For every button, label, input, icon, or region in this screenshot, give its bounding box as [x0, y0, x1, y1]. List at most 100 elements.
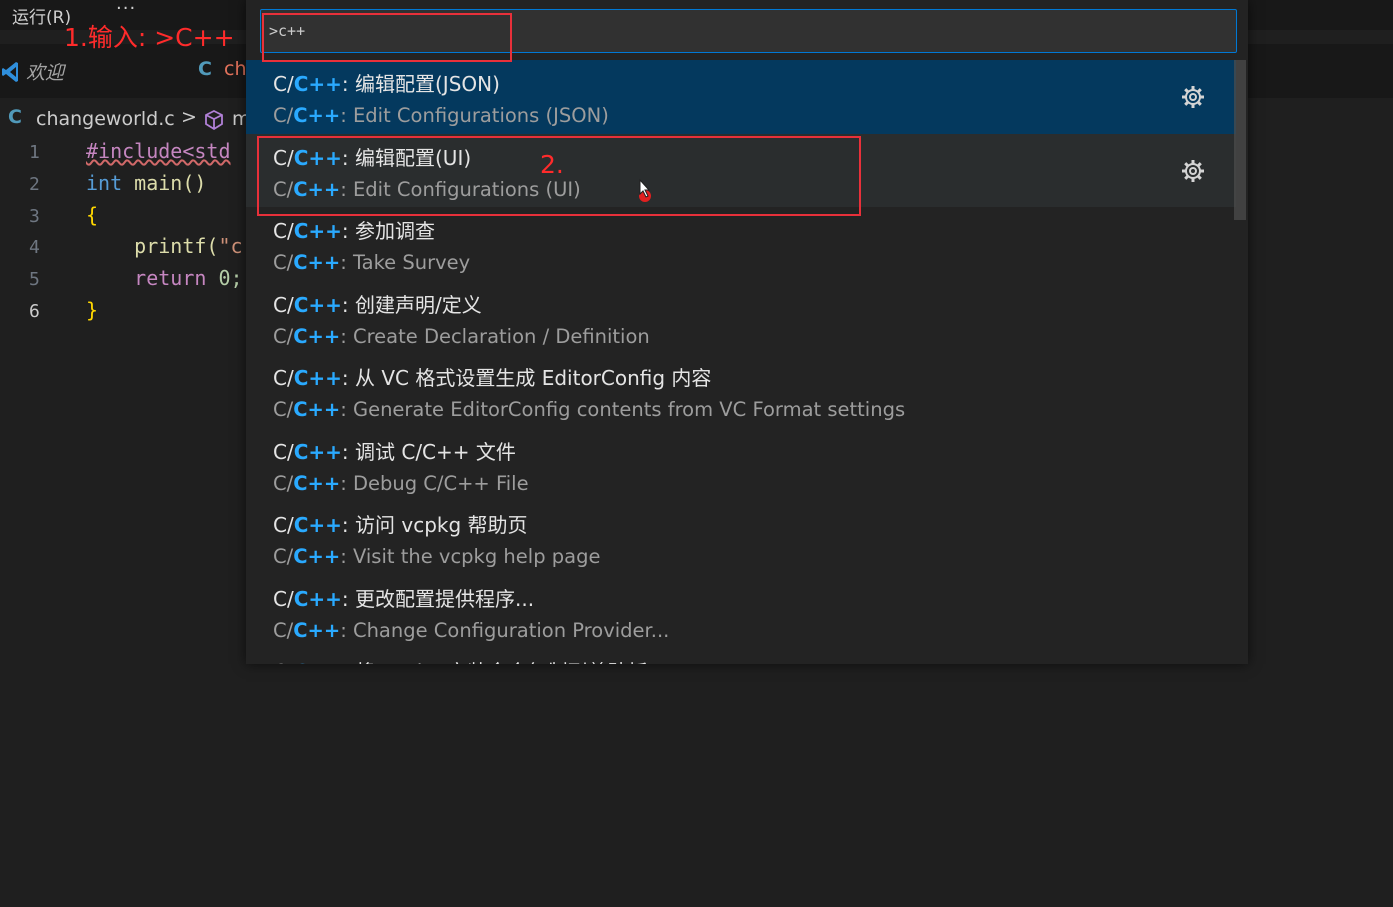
- command-prefix: C/: [273, 513, 294, 537]
- command-text: : 参加调查: [341, 219, 436, 243]
- command-prefix: C/: [273, 219, 294, 243]
- match-highlight: C++: [293, 471, 341, 495]
- match-highlight: C++: [293, 104, 341, 127]
- command-item[interactable]: C/C++: 编辑配置(JSON) C/C++: Edit Configurati…: [246, 60, 1236, 134]
- command-text: : 从 VC 格式设置生成 EditorConfig 内容: [341, 366, 712, 390]
- code-editor[interactable]: 1 2 3 4 5 6 #include<std int main() { pr…: [0, 136, 260, 336]
- command-label-english: C/C++: Create Declaration / Definition: [273, 325, 650, 348]
- c-file-icon: C: [198, 58, 212, 80]
- code-line-brace-open: {: [86, 203, 99, 227]
- command-label-english: C/C++: Take Survey: [273, 251, 470, 274]
- command-label-english: C/C++: Visit the vcpkg help page: [273, 545, 600, 568]
- code-line-include: #include<std: [86, 139, 231, 163]
- command-label-english: C/C++: Generate EditorConfig contents fr…: [273, 398, 905, 421]
- match-highlight: C++: [293, 219, 342, 243]
- keyword-return: return: [86, 266, 207, 290]
- command-item[interactable]: C/C++: 调试 C/C++ 文件 C/C++: Debug C/C++ Fil…: [246, 428, 1236, 502]
- command-prefix: C/: [273, 292, 294, 317]
- command-prefix: C/: [273, 145, 294, 170]
- match-highlight: C++: [293, 251, 341, 274]
- command-prefix: C/: [273, 104, 294, 127]
- match-highlight: C++: [293, 618, 341, 642]
- match-highlight: C++: [293, 545, 341, 568]
- match-highlight: C++: [293, 398, 341, 421]
- gear-icon[interactable]: [1180, 158, 1206, 184]
- command-item[interactable]: C/C++: 参加调查 C/C++: Take Survey: [246, 207, 1236, 281]
- c-file-icon: C: [8, 106, 22, 128]
- command-prefix: C/: [273, 324, 294, 348]
- match-highlight: C++: [294, 660, 342, 664]
- line-number: 6: [29, 301, 40, 322]
- command-label: C/C++: 编辑配置(JSON): [273, 68, 500, 97]
- command-text: : Create Declaration / Definition: [340, 324, 650, 348]
- breadcrumb: C changeworld.c > m: [0, 104, 260, 134]
- command-label-english: C/C++: Edit Configurations (JSON): [273, 104, 609, 127]
- command-label: C/C++: 将 vcpkg 安装命令复制到剪贴板: [273, 656, 648, 664]
- menu-run[interactable]: 运行(R): [12, 3, 71, 28]
- command-text: : 创建声明/定义: [341, 292, 482, 317]
- match-highlight: C++: [293, 324, 341, 348]
- function-main: main(): [122, 171, 207, 195]
- match-highlight: C++: [293, 439, 342, 464]
- gear-icon[interactable]: [1180, 84, 1206, 110]
- command-prefix: C/: [273, 398, 294, 421]
- command-label-english: C/C++: Debug C/C++ File: [273, 472, 529, 495]
- command-text: : Edit Configurations (JSON): [340, 104, 609, 127]
- line-number: 4: [29, 237, 40, 258]
- command-label: C/C++: 更改配置提供程序...: [273, 583, 534, 612]
- command-prefix: C/: [273, 660, 294, 664]
- command-item[interactable]: C/C++: 更改配置提供程序... C/C++: Change Configur…: [246, 575, 1236, 649]
- mouse-pointer-icon: [639, 178, 651, 202]
- command-label: C/C++: 编辑配置(UI): [273, 142, 471, 171]
- command-label-english: C/C++: Change Configuration Provider...: [273, 619, 669, 642]
- command-item[interactable]: C/C++: 创建声明/定义 C/C++: Create Declaration …: [246, 281, 1236, 355]
- command-text: : 调试 C/C++ 文件: [341, 439, 516, 464]
- command-prefix: C/: [273, 439, 294, 464]
- command-item[interactable]: C/C++: 编辑配置(UI) C/C++: Edit Configuration…: [246, 133, 1236, 207]
- tab-changeworld[interactable]: ch: [224, 58, 247, 80]
- cube-icon: [205, 109, 223, 131]
- command-label-english: C/C++: Edit Configurations (UI): [273, 178, 581, 201]
- command-prefix: C/: [273, 366, 294, 390]
- command-text: : 更改配置提供程序...: [341, 586, 535, 611]
- match-highlight: C++: [293, 177, 341, 201]
- command-item[interactable]: C/C++: 从 VC 格式设置生成 EditorConfig 内容 C/C++:…: [246, 354, 1236, 428]
- command-prefix: C/: [273, 177, 294, 201]
- command-prefix: C/: [273, 72, 294, 96]
- command-text: : Change Configuration Provider...: [340, 618, 670, 642]
- command-text: : Debug C/C++ File: [340, 471, 529, 495]
- palette-scrollbar[interactable]: [1234, 60, 1246, 220]
- chevron-right-icon: >: [181, 106, 197, 128]
- menu-more-icon[interactable]: ···: [116, 0, 136, 19]
- breadcrumb-file[interactable]: changeworld.c: [36, 108, 175, 130]
- command-text: : 编辑配置(JSON): [341, 72, 500, 96]
- command-prefix: C/: [273, 251, 294, 274]
- command-palette: C/C++: 编辑配置(JSON)C/C++: Edit Configurati…: [246, 0, 1248, 664]
- command-label: C/C++: 访问 vcpkg 帮助页: [273, 509, 528, 538]
- keyword-int: int: [86, 171, 123, 195]
- tab-welcome[interactable]: 欢迎: [26, 58, 64, 85]
- command-text: : 编辑配置(UI): [341, 145, 472, 170]
- annotation-step1: 1.输入: >C++: [64, 23, 235, 52]
- command-text: : Take Survey: [340, 251, 471, 274]
- command-palette-input[interactable]: [260, 9, 1237, 53]
- command-text: : 访问 vcpkg 帮助页: [341, 513, 528, 537]
- code-line-printf: printf("c: [86, 234, 242, 258]
- match-highlight: C++: [293, 513, 342, 537]
- code-line-brace-close: }: [86, 298, 99, 322]
- command-item[interactable]: C/C++: 访问 vcpkg 帮助页 C/C++: Visit the vcpk…: [246, 501, 1236, 575]
- function-printf: printf(: [86, 234, 219, 258]
- command-list: C/C++: 编辑配置(JSON) C/C++: Edit Configurati…: [246, 60, 1236, 664]
- match-highlight: C++: [293, 366, 342, 390]
- command-text: : Edit Configurations (UI): [340, 177, 581, 201]
- line-number: 5: [29, 269, 40, 290]
- command-prefix: C/: [273, 586, 294, 611]
- command-text: : Visit the vcpkg help page: [340, 545, 601, 568]
- command-prefix: C/: [273, 618, 294, 642]
- match-highlight: C++: [293, 72, 342, 96]
- command-item[interactable]: C/C++: 将 vcpkg 安装命令复制到剪贴板: [246, 648, 1236, 664]
- command-label: C/C++: 从 VC 格式设置生成 EditorConfig 内容: [273, 362, 711, 391]
- command-label: C/C++: 创建声明/定义: [273, 289, 482, 318]
- vscode-icon: [2, 62, 18, 82]
- command-label: C/C++: 参加调查: [273, 215, 435, 244]
